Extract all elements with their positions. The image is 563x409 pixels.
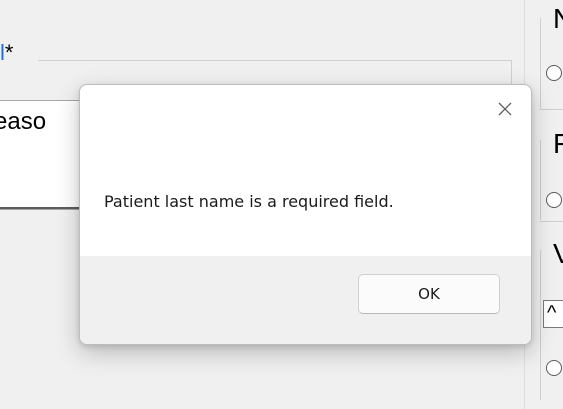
right-group-heading-1: N bbox=[553, 3, 563, 35]
radio-button-2[interactable] bbox=[546, 192, 562, 208]
close-button[interactable] bbox=[493, 97, 517, 121]
right-group-heading-2: F bbox=[553, 128, 563, 159]
right-group-border-1 bbox=[540, 18, 541, 110]
field-label: l* bbox=[0, 40, 14, 65]
message-dialog: Patient last name is a required field. O… bbox=[79, 84, 532, 345]
right-group-divider-2 bbox=[540, 221, 563, 222]
ok-button[interactable]: OK bbox=[358, 274, 500, 314]
collapse-toggle[interactable]: ^ bbox=[543, 300, 563, 328]
right-group-border-3 bbox=[540, 250, 541, 400]
radio-button-1[interactable] bbox=[546, 65, 562, 81]
dialog-footer: OK bbox=[80, 256, 531, 344]
right-group-border-2 bbox=[540, 140, 541, 220]
dialog-message: Patient last name is a required field. bbox=[104, 192, 394, 211]
radio-button-3[interactable] bbox=[546, 360, 562, 376]
right-group-divider-1 bbox=[540, 109, 563, 110]
close-icon bbox=[498, 102, 512, 116]
reason-input-value: easo bbox=[0, 108, 47, 135]
right-group-heading-3: V bbox=[553, 238, 563, 269]
group-box-border bbox=[38, 60, 512, 61]
